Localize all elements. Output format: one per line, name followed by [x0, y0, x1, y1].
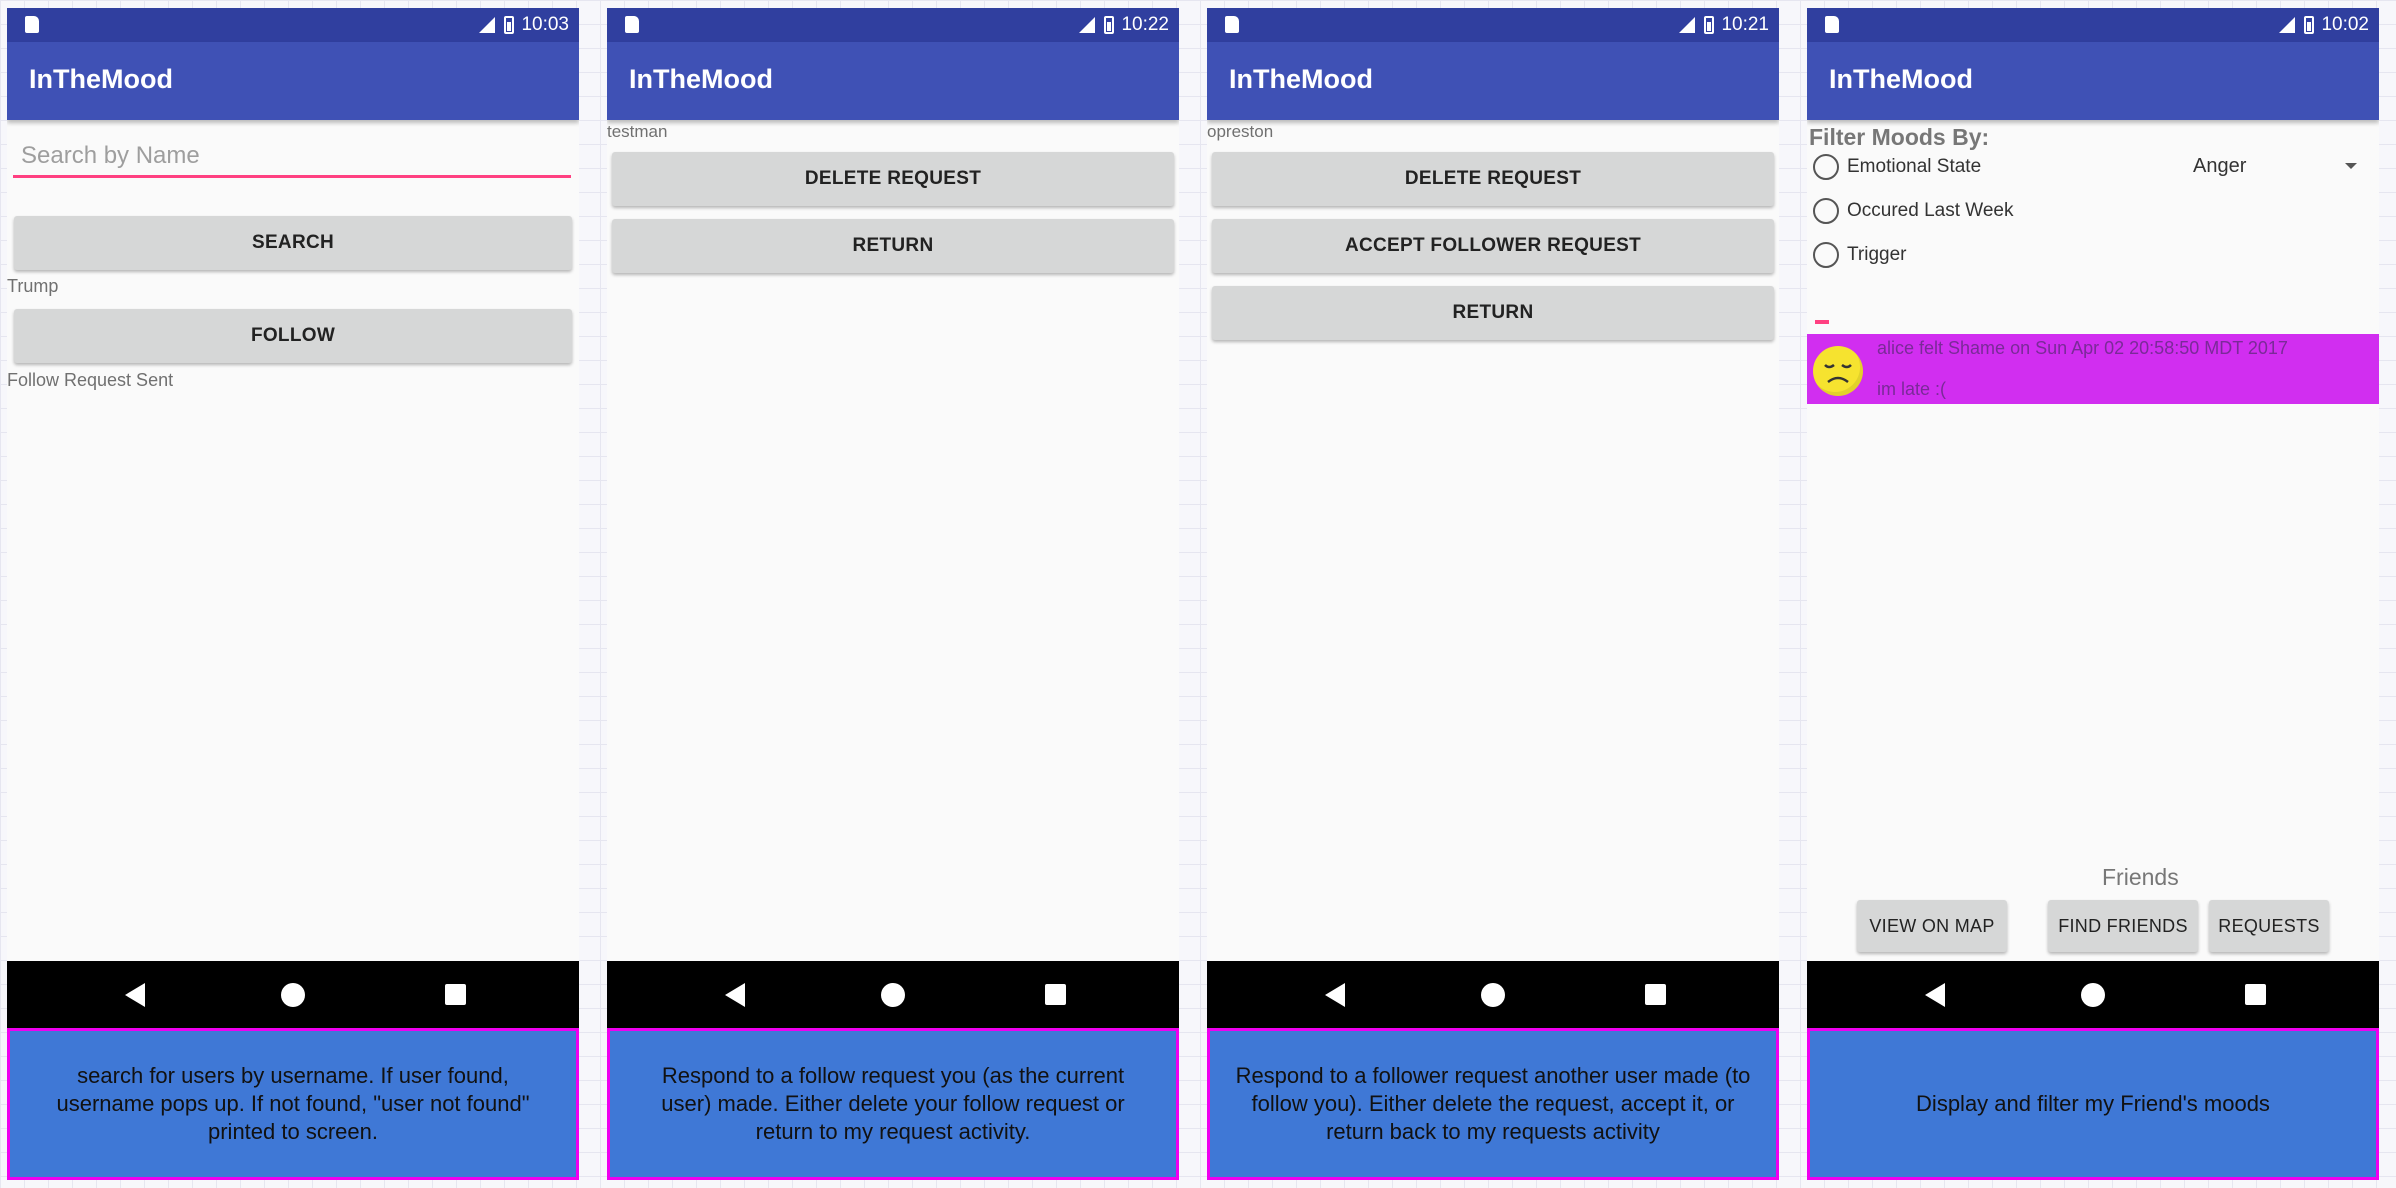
search-button[interactable]: SEARCH [14, 216, 572, 270]
sd-card-icon [625, 16, 639, 33]
mood-summary: alice felt Shame on Sun Apr 02 20:58:50 … [1877, 338, 2288, 358]
emotion-dropdown[interactable]: Anger [2193, 151, 2363, 181]
back-icon[interactable] [1925, 983, 1945, 1007]
battery-icon [1704, 16, 1715, 34]
recents-icon[interactable] [2245, 984, 2266, 1005]
sad-face-icon [1813, 346, 1863, 396]
filter-emotional-state[interactable]: Emotional State [1813, 154, 1981, 180]
view-on-map-button[interactable]: VIEW ON MAP [1857, 900, 2007, 952]
sd-card-icon [1825, 16, 1839, 33]
recents-icon[interactable] [445, 984, 466, 1005]
phone-follower-request-screen: 10:21 InTheMood opreston DELETE REQUEST … [1207, 8, 1779, 1180]
filter-trigger[interactable]: Trigger [1813, 242, 1906, 268]
signal-icon [1679, 17, 1696, 33]
find-friends-button[interactable]: FIND FRIENDS [2048, 900, 2198, 952]
phone-friends-moods-screen: 10:02 InTheMood Filter Moods By: Emotion… [1807, 8, 2379, 1180]
filter-label: Occured Last Week [1847, 200, 2014, 221]
caption: Display and filter my Friend's moods [1807, 1028, 2379, 1180]
phone-follow-request-screen: 10:22 InTheMood testman DELETE REQUEST R… [607, 8, 1179, 1180]
home-icon[interactable] [2081, 983, 2105, 1007]
accept-follower-button[interactable]: ACCEPT FOLLOWER REQUEST [1212, 219, 1774, 273]
app-title: InTheMood [29, 64, 173, 94]
follow-button[interactable]: FOLLOW [14, 309, 572, 363]
recents-icon[interactable] [1045, 984, 1066, 1005]
back-icon[interactable] [1325, 983, 1345, 1007]
nav-bar [7, 961, 579, 1028]
text-field-indicator [1815, 320, 1829, 324]
emotion-dropdown-value: Anger [2193, 154, 2247, 177]
back-icon[interactable] [725, 983, 745, 1007]
screen: 10:03 InTheMood SEARCH Trump FOLLOW Foll… [7, 8, 579, 1028]
screen: 10:02 InTheMood Filter Moods By: Emotion… [1807, 8, 2379, 1028]
clock: 10:02 [2321, 14, 2369, 35]
nav-bar [1207, 961, 1779, 1028]
app-bar: InTheMood [7, 42, 579, 120]
battery-icon [504, 16, 515, 34]
app-bar: InTheMood [607, 42, 1179, 120]
home-icon[interactable] [1481, 983, 1505, 1007]
delete-request-button[interactable]: DELETE REQUEST [612, 152, 1174, 206]
phone-search-screen: 10:03 InTheMood SEARCH Trump FOLLOW Foll… [7, 8, 579, 1180]
status-bar: 10:02 [1807, 8, 2379, 42]
recents-icon[interactable] [1645, 984, 1666, 1005]
request-username: testman [607, 122, 668, 141]
friends-label: Friends [2102, 864, 2179, 890]
clock: 10:22 [1121, 14, 1169, 35]
status-bar: 10:03 [7, 8, 579, 42]
radio-button[interactable] [1813, 198, 1839, 224]
radio-button[interactable] [1813, 154, 1839, 180]
status-message: Follow Request Sent [7, 370, 174, 390]
battery-icon [1104, 16, 1115, 34]
screen: 10:21 InTheMood opreston DELETE REQUEST … [1207, 8, 1779, 1028]
home-icon[interactable] [881, 983, 905, 1007]
dropdown-arrow-icon [2345, 163, 2357, 169]
mood-list-item[interactable]: alice felt Shame on Sun Apr 02 20:58:50 … [1807, 334, 2379, 404]
sd-card-icon [25, 16, 39, 33]
sd-card-icon [1225, 16, 1239, 33]
app-bar: InTheMood [1807, 42, 2379, 120]
filter-title: Filter Moods By: [1809, 124, 1990, 150]
battery-icon [2304, 16, 2315, 34]
back-icon[interactable] [125, 983, 145, 1007]
status-bar: 10:22 [607, 8, 1179, 42]
return-button[interactable]: RETURN [612, 219, 1174, 273]
signal-icon [2279, 17, 2296, 33]
mood-reason: im late :( [1877, 379, 1947, 399]
signal-icon [479, 17, 496, 33]
status-bar: 10:21 [1207, 8, 1779, 42]
filter-label: Trigger [1847, 244, 1907, 265]
nav-bar [607, 961, 1179, 1028]
search-input[interactable] [13, 136, 571, 178]
screen: 10:22 InTheMood testman DELETE REQUEST R… [607, 8, 1179, 1028]
signal-icon [1079, 17, 1096, 33]
caption: Respond to a follower request another us… [1207, 1028, 1779, 1180]
return-button[interactable]: RETURN [1212, 286, 1774, 340]
caption: Respond to a follow request you (as the … [607, 1028, 1179, 1180]
requests-button[interactable]: REQUESTS [2209, 900, 2329, 952]
caption: search for users by username. If user fo… [7, 1028, 579, 1180]
clock: 10:03 [521, 14, 569, 35]
nav-bar [1807, 961, 2379, 1028]
app-title: InTheMood [1229, 64, 1373, 94]
app-title: InTheMood [629, 64, 773, 94]
app-bar: InTheMood [1207, 42, 1779, 120]
delete-request-button[interactable]: DELETE REQUEST [1212, 152, 1774, 206]
filter-last-week[interactable]: Occured Last Week [1813, 198, 2014, 224]
home-icon[interactable] [281, 983, 305, 1007]
app-title: InTheMood [1829, 64, 1973, 94]
radio-button[interactable] [1813, 242, 1839, 268]
found-username: Trump [7, 276, 59, 296]
request-username: opreston [1207, 122, 1274, 141]
clock: 10:21 [1721, 14, 1769, 35]
filter-label: Emotional State [1847, 156, 1982, 177]
